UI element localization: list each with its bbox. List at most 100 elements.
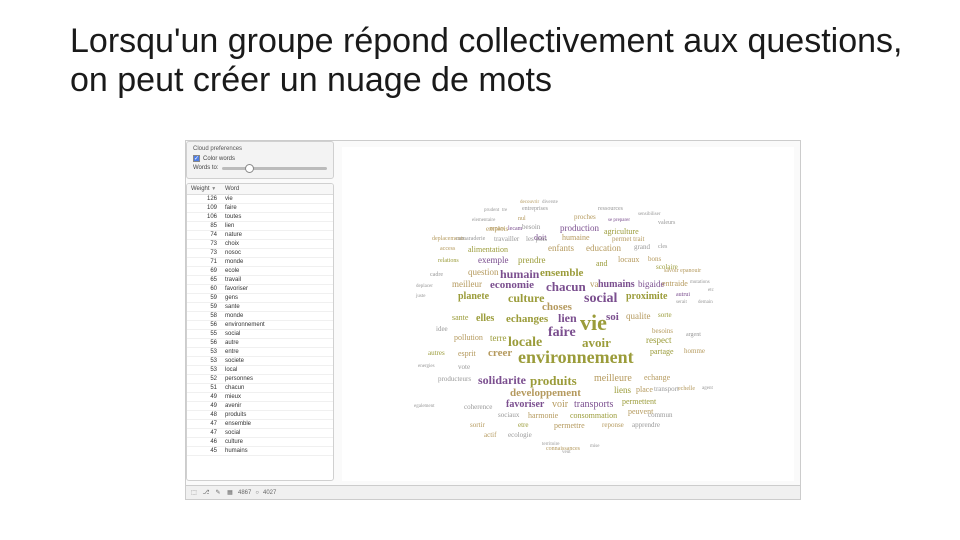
table-row[interactable]: 49avenir bbox=[187, 402, 333, 411]
cloud-word: choses bbox=[542, 302, 572, 313]
cloud-word: argent bbox=[686, 332, 701, 338]
table-row[interactable]: 51chacun bbox=[187, 384, 333, 393]
color-words-checkbox[interactable] bbox=[193, 155, 200, 162]
table-row[interactable]: 46culture bbox=[187, 438, 333, 447]
cloud-word: savoir epanouir bbox=[664, 268, 701, 274]
table-row[interactable]: 69ecole bbox=[187, 267, 333, 276]
table-row[interactable]: 65travail bbox=[187, 276, 333, 285]
cloud-word: creer bbox=[488, 348, 512, 359]
cloud-word: partage bbox=[650, 348, 674, 356]
cloud-word: besoins bbox=[652, 328, 673, 335]
table-row[interactable]: 53local bbox=[187, 366, 333, 375]
cloud-word: relations bbox=[438, 258, 459, 264]
words-to-label: Words to: bbox=[193, 165, 219, 171]
cloud-word: bigaide bbox=[638, 280, 665, 289]
cloud-word: cadre bbox=[430, 272, 443, 278]
table-row[interactable]: 60favoriser bbox=[187, 285, 333, 294]
weight-cell: 73 bbox=[187, 241, 221, 247]
status-bar: ⬚ ⎇ ✎ ▦ 4867 ○ 4027 bbox=[186, 485, 800, 499]
words-to-slider[interactable] bbox=[222, 167, 327, 170]
table-row[interactable]: 48produits bbox=[187, 411, 333, 420]
table-row[interactable]: 73choix bbox=[187, 240, 333, 249]
col-weight-header[interactable]: Weight ▼ bbox=[187, 184, 221, 194]
col-word-header[interactable]: Word bbox=[221, 184, 333, 194]
table-row[interactable]: 73nosoc bbox=[187, 249, 333, 258]
cloud-word: permet trait bbox=[612, 236, 644, 243]
cloud-preferences-panel: Cloud preferences Color words Words to: bbox=[186, 141, 334, 179]
grid-icon[interactable]: ▦ bbox=[226, 489, 234, 497]
cloud-word: harmonie bbox=[528, 412, 558, 420]
weight-cell: 109 bbox=[187, 205, 221, 211]
table-row[interactable]: 53societe bbox=[187, 357, 333, 366]
table-row[interactable]: 56environnement bbox=[187, 321, 333, 330]
cloud-word: egalement bbox=[414, 404, 435, 409]
table-row[interactable]: 53entre bbox=[187, 348, 333, 357]
cloud-word: environnement bbox=[518, 348, 634, 366]
weight-cell: 53 bbox=[187, 358, 221, 364]
cloud-word: prudent bbox=[484, 208, 499, 213]
cloud-word: and bbox=[596, 260, 608, 268]
cloud-word: avoir bbox=[582, 336, 611, 349]
table-row[interactable]: 74nature bbox=[187, 231, 333, 240]
cloud-word: va bbox=[590, 280, 599, 289]
cloud-word: elles bbox=[476, 314, 494, 324]
weight-cell: 52 bbox=[187, 376, 221, 382]
word-cell: ensemble bbox=[221, 421, 333, 427]
cloud-word: coherence bbox=[464, 404, 492, 411]
cloud-word: meilleure bbox=[594, 374, 632, 384]
table-row[interactable]: 49mieux bbox=[187, 393, 333, 402]
cloud-word: mise bbox=[590, 444, 599, 449]
weight-cell: 45 bbox=[187, 448, 221, 454]
cloud-word: access bbox=[440, 246, 455, 252]
word-cell: lien bbox=[221, 223, 333, 229]
edit-icon[interactable]: ✎ bbox=[214, 489, 222, 497]
cloud-word: grand bbox=[634, 244, 650, 251]
cloud-word: travailler bbox=[494, 236, 519, 243]
word-cell: humains bbox=[221, 448, 333, 454]
cloud-word: soi bbox=[606, 312, 619, 323]
word-cell: autre bbox=[221, 340, 333, 346]
table-row[interactable]: 126vie bbox=[187, 195, 333, 204]
cloud-word: ressources bbox=[598, 206, 623, 212]
cloud-word: valeurs bbox=[658, 220, 675, 226]
table-row[interactable]: 59sante bbox=[187, 303, 333, 312]
cloud-word: agent bbox=[702, 386, 713, 391]
cloud-word: transports bbox=[574, 400, 613, 410]
table-row[interactable]: 58monde bbox=[187, 312, 333, 321]
branch-icon[interactable]: ⎇ bbox=[202, 489, 210, 497]
cloud-word: developpement bbox=[510, 388, 581, 399]
table-row[interactable]: 106toutes bbox=[187, 213, 333, 222]
slide-title: Lorsqu'un groupe répond collectivement a… bbox=[70, 22, 920, 100]
cloud-word: homme bbox=[684, 348, 705, 355]
word-cell: personnes bbox=[221, 376, 333, 382]
weight-cell: 65 bbox=[187, 277, 221, 283]
table-row[interactable]: 109faire bbox=[187, 204, 333, 213]
cloud-word: deplacer bbox=[416, 284, 433, 289]
cloud-word: terre bbox=[490, 334, 506, 343]
cloud-word: les pins bbox=[526, 236, 547, 243]
prefs-heading: Cloud preferences bbox=[193, 146, 327, 152]
weight-cell: 48 bbox=[187, 412, 221, 418]
cloud-word: camaraderie bbox=[456, 236, 485, 242]
table-row[interactable]: 47ensemble bbox=[187, 420, 333, 429]
cloud-word: sorte bbox=[658, 312, 672, 319]
table-row[interactable]: 52personnes bbox=[187, 375, 333, 384]
cloud-word: chacun bbox=[546, 280, 586, 293]
sort-indicator-icon: ▼ bbox=[211, 186, 216, 192]
table-row[interactable]: 85lien bbox=[187, 222, 333, 231]
word-cell: nature bbox=[221, 232, 333, 238]
wordcloud-canvas[interactable]: vieenvironnementfairelocaleavoirsocialli… bbox=[342, 147, 794, 481]
table-row[interactable]: 59gens bbox=[187, 294, 333, 303]
word-cell: favoriser bbox=[221, 286, 333, 292]
cloud-word: transport bbox=[654, 386, 679, 393]
cloud-word: veut bbox=[562, 450, 571, 455]
table-row[interactable]: 45humains bbox=[187, 447, 333, 456]
table-row[interactable]: 55social bbox=[187, 330, 333, 339]
table-row[interactable]: 56autre bbox=[187, 339, 333, 348]
table-row[interactable]: 47social bbox=[187, 429, 333, 438]
cloud-word: echelle bbox=[678, 386, 695, 392]
word-cell: gens bbox=[221, 295, 333, 301]
table-row[interactable]: 71monde bbox=[187, 258, 333, 267]
layer-icon[interactable]: ⬚ bbox=[190, 489, 198, 497]
cloud-word: education bbox=[586, 244, 621, 253]
